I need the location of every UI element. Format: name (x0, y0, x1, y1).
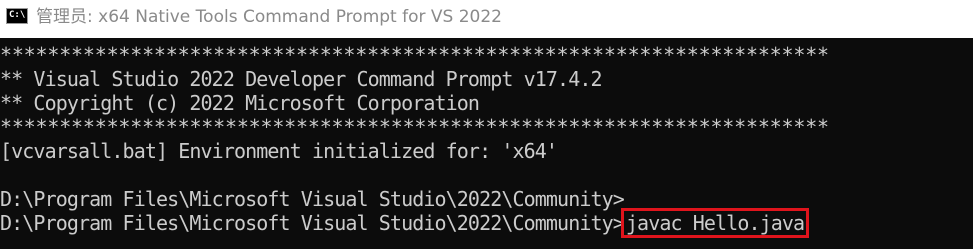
window-title: 管理员: x64 Native Tools Command Prompt for… (36, 7, 502, 27)
console-line-environment: [vcvarsall.bat] Environment initialized … (0, 139, 558, 163)
console-line-banner-bottom: ****************************************… (0, 115, 829, 139)
console-output-area[interactable]: ****************************************… (0, 38, 973, 249)
command-prompt-icon-label: C:\ (9, 10, 26, 20)
terminal-window: C:\ 管理员: x64 Native Tools Command Prompt… (0, 0, 973, 249)
console-line-copyright: ** Copyright (c) 2022 Microsoft Corporat… (0, 91, 480, 115)
console-line-current-prompt[interactable]: D:\Program Files\Microsoft Visual Studio… (0, 208, 829, 238)
console-line-product: ** Visual Studio 2022 Developer Command … (0, 67, 603, 91)
title-bar[interactable]: C:\ 管理员: x64 Native Tools Command Prompt… (0, 0, 973, 38)
current-prompt-path: D:\Program Files\Microsoft Visual Studio… (0, 211, 625, 235)
console-line-banner-top: ****************************************… (0, 43, 829, 67)
console-line-prompt: D:\Program Files\Microsoft Visual Studio… (0, 187, 625, 211)
command-prompt-icon[interactable]: C:\ (6, 8, 28, 24)
console-lines: ****************************************… (0, 43, 829, 238)
highlighted-command[interactable]: javac Hello.java (620, 208, 810, 238)
